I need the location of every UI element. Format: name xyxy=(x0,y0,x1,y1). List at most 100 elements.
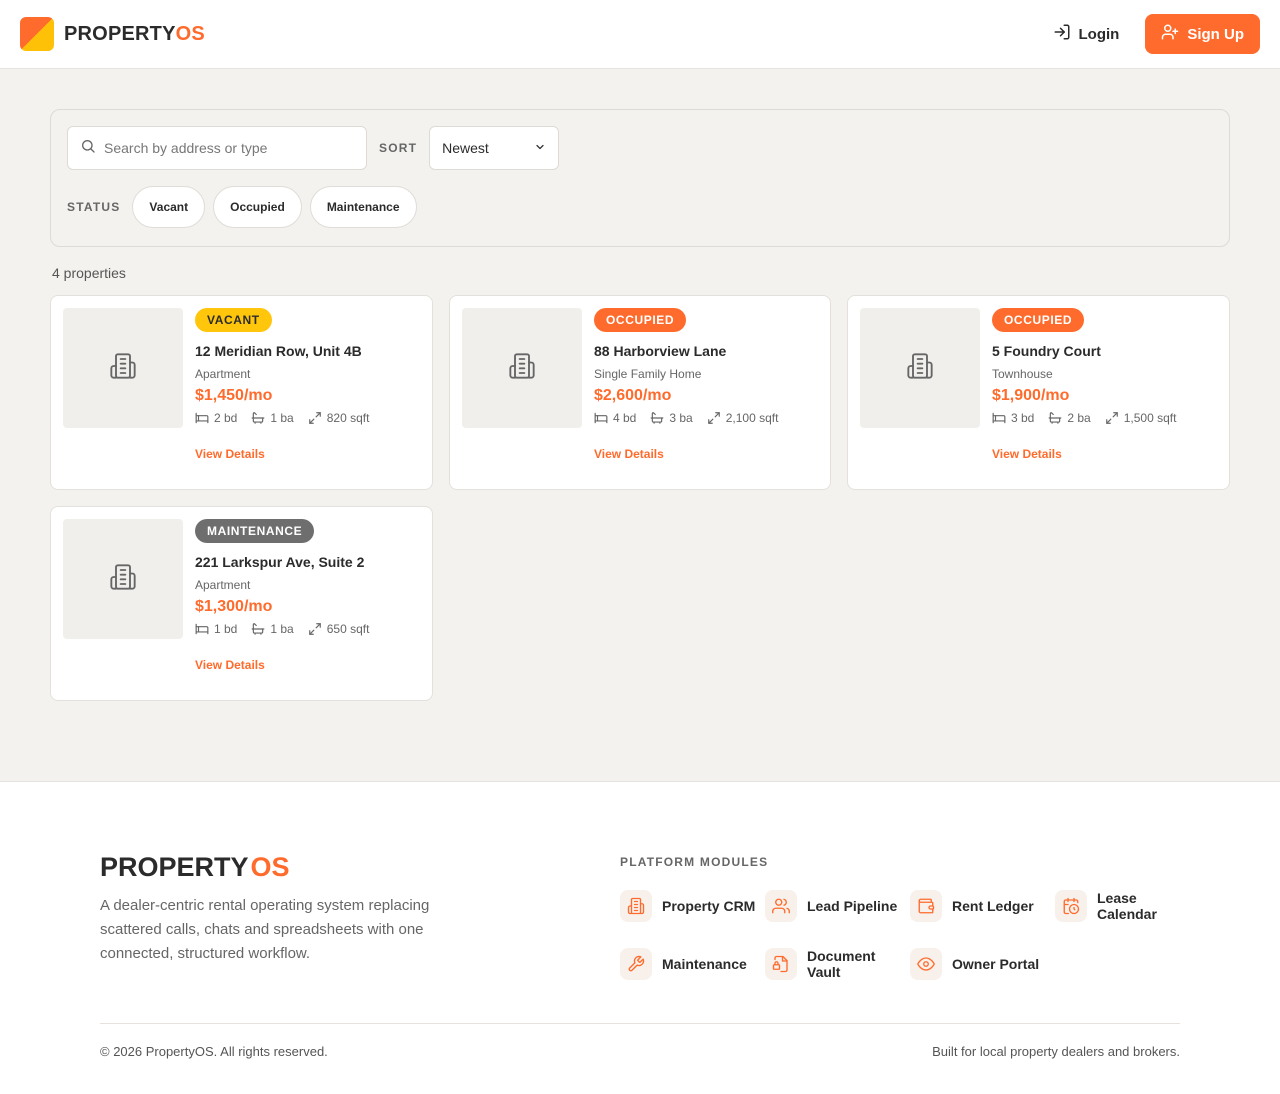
property-price: $1,900/mo xyxy=(992,387,1070,404)
property-card[interactable]: VACANT 12 Meridian Row, Unit 4B Apartmen… xyxy=(50,295,433,490)
signup-button[interactable]: Sign Up xyxy=(1145,14,1260,54)
property-specs: 4 bd 3 ba 2,100 sqft xyxy=(594,411,818,425)
spec-sqft: 650 sqft xyxy=(308,622,369,636)
login-icon xyxy=(1053,23,1071,45)
logo-icon xyxy=(20,17,54,51)
module-label: Property CRM xyxy=(662,898,756,914)
brand[interactable]: PROPERTYOS xyxy=(20,17,205,51)
property-info: VACANT 12 Meridian Row, Unit 4B Apartmen… xyxy=(195,308,420,477)
footer-description: A dealer-centric rental operating system… xyxy=(100,897,430,962)
footer-divider xyxy=(100,1023,1180,1024)
expand-icon xyxy=(707,412,720,424)
property-type: Single Family Home xyxy=(594,367,702,381)
spec-beds: 1 bd xyxy=(195,622,237,636)
building-icon xyxy=(508,352,536,385)
property-price: $2,600/mo xyxy=(594,387,672,404)
search-input[interactable] xyxy=(104,140,354,156)
signup-label: Sign Up xyxy=(1187,25,1244,43)
expand-icon xyxy=(308,412,321,424)
status-badge: OCCUPIED xyxy=(992,308,1085,332)
property-address: 12 Meridian Row, Unit 4B xyxy=(195,343,362,359)
filter-panel: SORT Newest STATUS Vacant Occupied Maint… xyxy=(50,109,1230,247)
module-label: Lead Pipeline xyxy=(807,898,898,914)
property-info: OCCUPIED 88 Harborview Lane Single Famil… xyxy=(594,308,818,477)
view-details-link[interactable]: View Details xyxy=(195,447,265,461)
property-card[interactable]: MAINTENANCE 221 Larkspur Ave, Suite 2 Ap… xyxy=(50,506,433,701)
eye-icon xyxy=(910,948,942,980)
user-plus-icon xyxy=(1161,23,1179,45)
spec-baths: 1 ba xyxy=(251,411,294,425)
modules-grid: Property CRM Lead Pipeline Rent Ledger L… xyxy=(620,890,1180,980)
spec-baths: 3 ba xyxy=(650,411,693,425)
module-maintenance[interactable]: Maintenance xyxy=(620,948,765,980)
bed-icon xyxy=(594,412,608,424)
property-price: $1,300/mo xyxy=(195,598,273,615)
spec-sqft: 820 sqft xyxy=(308,411,369,425)
spec-beds: 3 bd xyxy=(992,411,1034,425)
module-label: Document Vault xyxy=(807,948,876,980)
status-chip-maintenance[interactable]: Maintenance xyxy=(309,186,417,228)
chevron-down-icon xyxy=(534,140,546,156)
module-rent-ledger[interactable]: Rent Ledger xyxy=(910,890,1055,922)
property-thumbnail xyxy=(462,308,582,428)
status-badge: OCCUPIED xyxy=(594,308,687,332)
calendar-clock-icon xyxy=(1055,890,1087,922)
property-address: 88 Harborview Lane xyxy=(594,343,727,359)
login-label: Login xyxy=(1078,25,1120,43)
property-card[interactable]: OCCUPIED 5 Foundry Court Townhouse $1,90… xyxy=(847,295,1230,490)
view-details-link[interactable]: View Details xyxy=(195,658,265,672)
expand-icon xyxy=(1105,412,1118,424)
property-specs: 1 bd 1 ba 650 sqft xyxy=(195,622,420,636)
property-specs: 2 bd 1 ba 820 sqft xyxy=(195,411,420,425)
property-card[interactable]: OCCUPIED 88 Harborview Lane Single Famil… xyxy=(449,295,831,490)
module-property-crm[interactable]: Property CRM xyxy=(620,890,765,922)
nav-actions: Login Sign Up xyxy=(1037,13,1260,55)
bath-icon xyxy=(650,412,664,424)
module-document-vault[interactable]: Document Vault xyxy=(765,948,910,980)
bed-icon xyxy=(195,623,209,635)
top-header: PROPERTYOS Login Sign Up xyxy=(0,0,1280,69)
status-chip-vacant[interactable]: Vacant xyxy=(132,186,206,228)
module-owner-portal[interactable]: Owner Portal xyxy=(910,948,1055,980)
status-badge: VACANT xyxy=(195,308,272,332)
wrench-icon xyxy=(620,948,652,980)
wallet-icon xyxy=(910,890,942,922)
module-label: Lease Calendar xyxy=(1097,890,1157,922)
module-label: Owner Portal xyxy=(952,956,1040,972)
property-info: OCCUPIED 5 Foundry Court Townhouse $1,90… xyxy=(992,308,1217,477)
spec-beds: 4 bd xyxy=(594,411,636,425)
users-icon xyxy=(765,890,797,922)
brand-name: PROPERTYOS xyxy=(64,22,205,45)
view-details-link[interactable]: View Details xyxy=(594,447,664,461)
sort-select[interactable]: Newest xyxy=(429,126,560,170)
module-label: Maintenance xyxy=(662,956,747,972)
search-box[interactable] xyxy=(67,126,367,170)
modules-title: PLATFORM MODULES xyxy=(620,855,769,869)
view-details-link[interactable]: View Details xyxy=(992,447,1062,461)
spec-sqft: 1,500 sqft xyxy=(1105,411,1176,425)
filter-row-status: STATUS Vacant Occupied Maintenance xyxy=(67,186,1213,228)
bath-icon xyxy=(251,623,265,635)
module-lease-calendar[interactable]: Lease Calendar xyxy=(1055,890,1200,922)
bed-icon xyxy=(992,412,1006,424)
module-lead-pipeline[interactable]: Lead Pipeline xyxy=(765,890,910,922)
site-footer: PROPERTYOS A dealer-centric rental opera… xyxy=(0,781,1280,1094)
building-icon xyxy=(906,352,934,385)
property-info: MAINTENANCE 221 Larkspur Ave, Suite 2 Ap… xyxy=(195,519,420,688)
property-specs: 3 bd 2 ba 1,500 sqft xyxy=(992,411,1217,425)
building-icon xyxy=(109,563,137,596)
results-count: 4 properties xyxy=(52,265,126,281)
property-address: 221 Larkspur Ave, Suite 2 xyxy=(195,554,365,570)
bath-icon xyxy=(251,412,265,424)
building-icon xyxy=(620,890,652,922)
login-button[interactable]: Login xyxy=(1037,13,1136,55)
sort-label: SORT xyxy=(379,141,418,155)
filter-row-search: SORT Newest xyxy=(67,126,1213,170)
spec-baths: 2 ba xyxy=(1048,411,1091,425)
property-thumbnail xyxy=(63,308,183,428)
status-chip-occupied[interactable]: Occupied xyxy=(213,186,302,228)
property-address: 5 Foundry Court xyxy=(992,343,1101,359)
property-type: Apartment xyxy=(195,367,251,381)
search-icon xyxy=(80,138,96,159)
sort-value: Newest xyxy=(442,140,489,156)
